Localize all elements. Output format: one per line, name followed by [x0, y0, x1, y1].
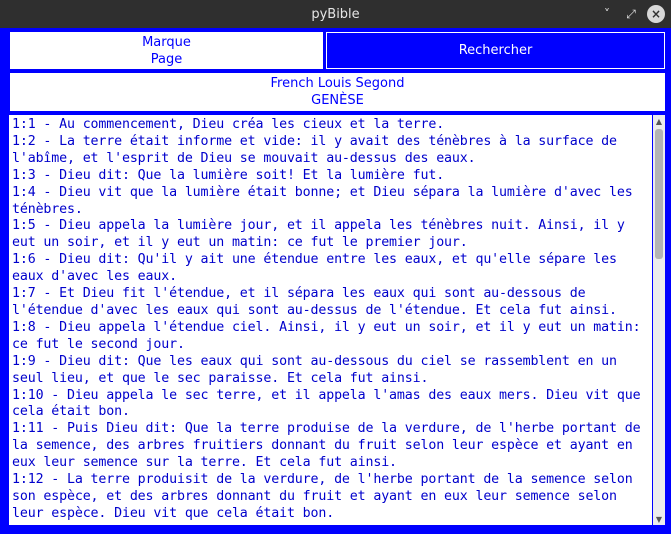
verse-line: l'abîme, et l'esprit de Dieu se mouvait … — [12, 150, 476, 166]
verse-line: eaux d'avec les eaux. — [12, 269, 177, 285]
verse-line: 1:3 - Dieu dit: Que la lumière soit! Et … — [12, 167, 445, 183]
verse-line: ténèbres. — [12, 201, 83, 217]
search-button[interactable]: Rechercher — [326, 32, 665, 69]
search-button-label: Rechercher — [458, 43, 533, 58]
verse-line: son espèce, et des arbres donnant du fru… — [12, 488, 617, 504]
verse-line: 1:7 - Et Dieu fit l'étendue, et il sépar… — [12, 286, 586, 302]
bookmark-button-label-line2: Page — [150, 51, 183, 67]
bookmark-page-button[interactable]: Marque Page — [10, 32, 323, 69]
book-header: French Louis Segond GENÈSE — [10, 73, 665, 111]
verse-line: 1:2 - La terre était informe et vide: il… — [12, 133, 617, 149]
scrollbar-thumb[interactable] — [655, 129, 663, 259]
minimize-icon[interactable]: ˅ — [595, 2, 619, 26]
verse-line: 1:8 - Dieu appela l'étendue ciel. Ainsi,… — [12, 319, 641, 335]
verse-text-area[interactable]: 1:1 - Au commencement, Dieu créa les cie… — [9, 115, 652, 525]
window-controls: ˅ ⤢ × — [595, 0, 665, 28]
verse-line: cela était bon. — [12, 404, 130, 420]
maximize-icon[interactable]: ⤢ — [619, 2, 643, 26]
verse-line: ce fut le second jour. — [12, 336, 185, 352]
close-icon[interactable]: × — [647, 5, 665, 23]
title-bar[interactable]: pyBible ˅ ⤢ × — [0, 0, 671, 28]
window-title: pyBible — [311, 7, 360, 22]
verse-line: eut un soir, et il y eut un matin: ce fu… — [12, 235, 468, 251]
verse-line: l'étendue d'avec les eaux qui sont au-de… — [12, 302, 617, 318]
verse-line: seul lieu, et que le sec paraisse. Et ce… — [12, 370, 429, 386]
verse-line: 1:6 - Dieu dit: Qu'il y ait une étendue … — [12, 252, 617, 268]
bookmark-button-label-line1: Marque — [142, 34, 191, 50]
verse-line: 1:5 - Dieu appela la lumière jour, et il… — [12, 218, 625, 234]
verse-line: 1:11 - Puis Dieu dit: Que la terre produ… — [12, 421, 641, 437]
verse-line: 1:4 - Dieu vit que la lumière était bonn… — [12, 184, 633, 200]
vertical-scrollbar[interactable]: ▲ ▼ — [653, 115, 665, 525]
scroll-down-arrow-icon[interactable]: ▼ — [653, 513, 665, 525]
verse-line: leur espèce. Dieu vit que cela était bon… — [12, 505, 335, 521]
verse-line: 1:9 - Dieu dit: Que les eaux qui sont au… — [12, 353, 617, 369]
verse-line: 1:12 - La terre produisit de la verdure,… — [12, 472, 633, 488]
translation-name: French Louis Segond — [270, 76, 405, 91]
verse-line: 1:1 - Au commencement, Dieu créa les cie… — [12, 117, 445, 132]
verse-line: la semence, des arbres fruitiers donnant… — [12, 438, 633, 454]
verse-line: eux leur semence sur la terre. Et cela f… — [12, 455, 397, 471]
book-name: GENÈSE — [311, 93, 364, 108]
app-window: pyBible ˅ ⤢ × Marque Page Rechercher Fre… — [0, 0, 671, 534]
main-panel: Marque Page Rechercher French Louis Sego… — [0, 28, 671, 534]
verse-line: 1:10 - Dieu appela le sec terre, et il a… — [12, 387, 641, 403]
scroll-up-arrow-icon[interactable]: ▲ — [653, 115, 665, 127]
